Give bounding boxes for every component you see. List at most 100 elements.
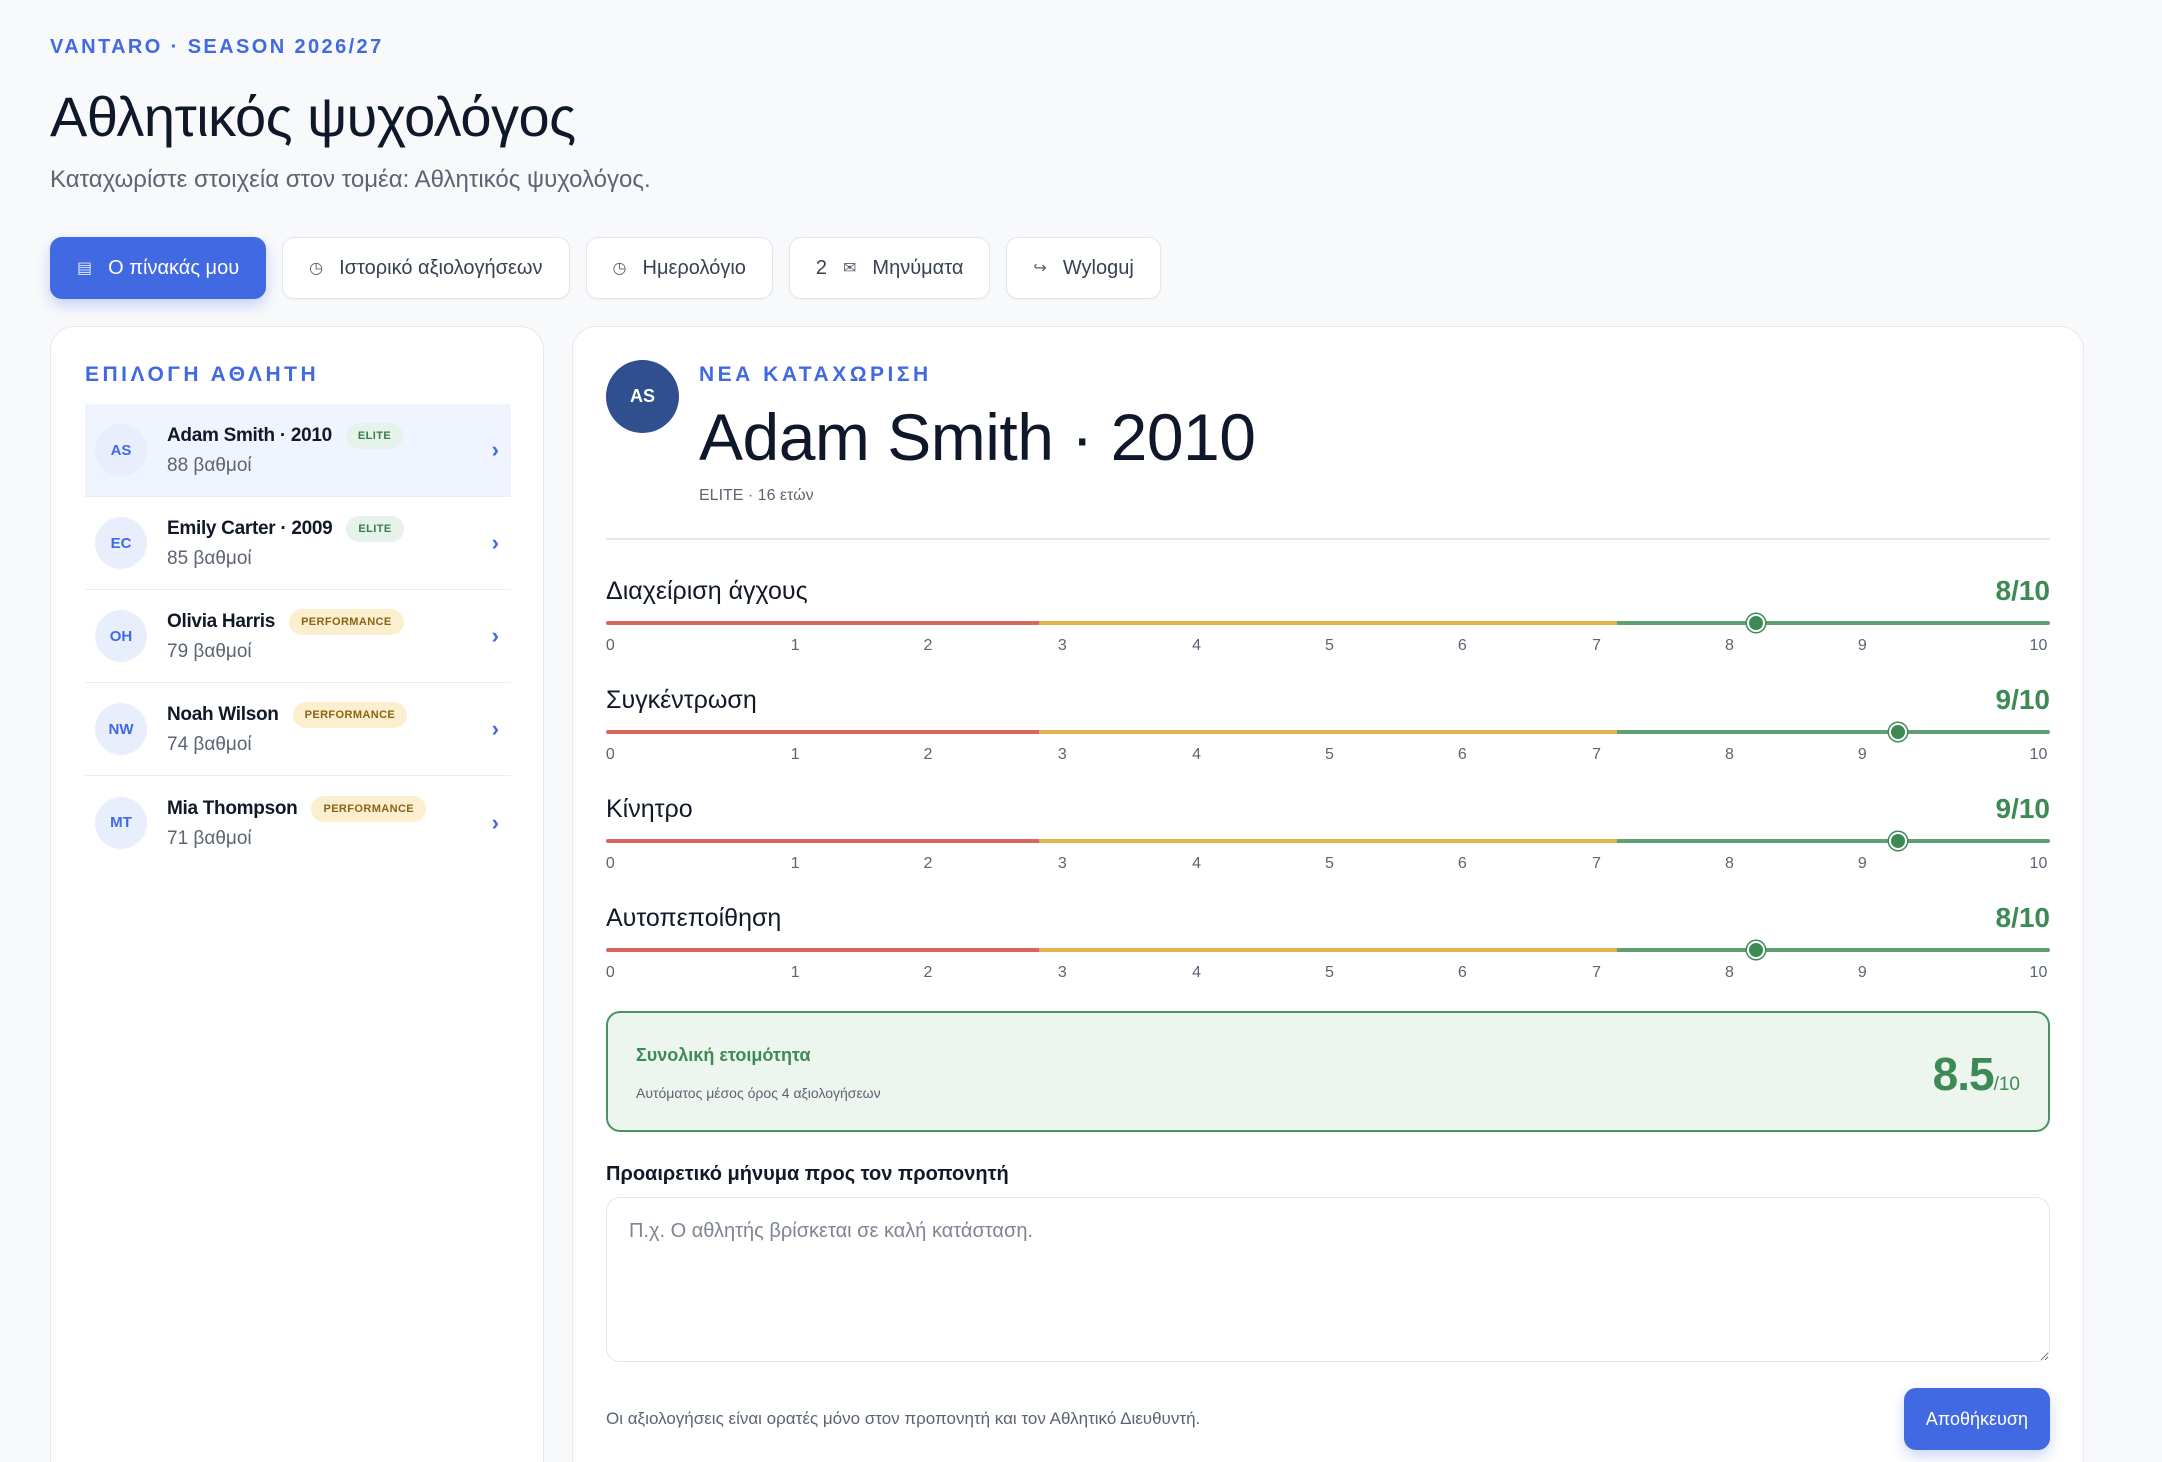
slider-thumb[interactable] (1747, 614, 1765, 632)
readiness-subtitle: Αυτόματος μέσος όρος 4 αξιολογήσεων (636, 1085, 881, 1101)
scale-tick-label: 5 (1324, 855, 1334, 872)
scale-tick-label: 7 (1592, 637, 1602, 654)
athlete-points: 88 βαθμοί (167, 455, 252, 476)
metric-label: Διαχείριση άγχους (606, 577, 808, 605)
rating-slider-track[interactable] (606, 948, 2050, 952)
scale-tick-label: 3 (1057, 637, 1067, 654)
scale-tick-label: 2 (923, 964, 933, 981)
scale-tick-label: 3 (1057, 964, 1067, 981)
nav-dashboard-button[interactable]: ▤ Ο πίνακάς μου (50, 237, 267, 299)
coach-message-label: Προαιρετικό μήνυμα προς τον προπονητή (606, 1163, 1009, 1185)
scale-tick-label: 0 (605, 637, 615, 654)
athlete-points: 71 βαθμοί (167, 827, 252, 849)
scale-tick-label: 8 (1724, 746, 1734, 763)
nav-logout-button[interactable]: ↪ Wyloguj (1006, 237, 1161, 299)
nav-logout-label: Wyloguj (1062, 256, 1134, 279)
chevron-right-icon: › (491, 530, 499, 555)
level-badge: PERFORMANCE (289, 609, 404, 635)
avatar: AS (95, 424, 147, 476)
metric-score: 9/10 (1995, 684, 2051, 715)
scale-tick-label: 2 (923, 637, 933, 654)
scale-tick-label: 6 (1457, 855, 1467, 872)
avatar: AS (606, 360, 679, 433)
avatar: EC (95, 517, 147, 569)
avatar: NW (95, 703, 147, 755)
divider (606, 538, 2050, 540)
scale-tick-label: 10 (2029, 964, 2048, 981)
scale-ticks: 0 1 2 3 4 5 6 7 8 9 10 (606, 637, 2050, 657)
rating-slider-track[interactable] (606, 621, 2050, 625)
athlete-selection-panel: ΕΠΙΛΟΓΗ ΑΘΛΗΤΗ AS Adam Smith · 2010 ELIT… (50, 326, 544, 1462)
scale-tick-label: 4 (1192, 964, 1202, 981)
slider-thumb[interactable] (1888, 832, 1907, 850)
chevron-right-icon: › (491, 716, 499, 741)
coach-message-textarea[interactable] (606, 1197, 2050, 1362)
readiness-denominator: /10 (1993, 1074, 2020, 1095)
scale-tick-label: 10 (2029, 855, 2048, 872)
scale-tick-label: 1 (790, 746, 800, 763)
scale-ticks: 0 1 2 3 4 5 6 7 8 9 10 (606, 964, 2050, 984)
readiness-value: 8.5/10 (1933, 1047, 2020, 1101)
save-button[interactable]: Αποθήκευση (1903, 1388, 2050, 1450)
metric-motivation: Κίνητρο 9/10 0 1 2 3 4 5 6 7 8 9 10 (606, 793, 2050, 895)
athlete-name: Adam Smith · 2010 (167, 425, 332, 446)
metric-label: Συγκέντρωση (606, 686, 757, 714)
scale-tick-label: 9 (1857, 637, 1867, 654)
page-subtitle: Καταχωρίστε στοιχεία στον τομέα: Αθλητικ… (50, 166, 651, 193)
level-badge: ELITE (345, 423, 404, 449)
readiness-number: 8.5 (1932, 1048, 1995, 1100)
nav-calendar-label: Ημερολόγιο (642, 256, 746, 279)
athlete-name: Noah Wilson (167, 704, 279, 725)
scale-tick-label: 8 (1724, 855, 1734, 872)
scale-tick-label: 7 (1592, 964, 1602, 981)
metric-label: Αυτοπεποίθηση (606, 904, 782, 932)
athlete-name: Emily Carter · 2009 (167, 518, 333, 539)
scale-ticks: 0 1 2 3 4 5 6 7 8 9 10 (606, 855, 2050, 875)
athlete-list-item[interactable]: NW Noah Wilson PERFORMANCE 74 βαθμοί › (85, 683, 511, 776)
athlete-list-item[interactable]: EC Emily Carter · 2009 ELITE 85 βαθμοί › (85, 497, 511, 590)
athlete-list-item[interactable]: MT Mia Thompson PERFORMANCE 71 βαθμοί › (85, 776, 511, 869)
scale-tick-label: 9 (1857, 964, 1867, 981)
top-nav: ▤ Ο πίνακάς μου ◷ Ιστορικό αξιολογήσεων … (50, 237, 1161, 299)
athlete-list: AS Adam Smith · 2010 ELITE 88 βαθμοί › E… (85, 404, 511, 869)
scale-tick-label: 6 (1457, 746, 1467, 763)
athlete-points: 79 βαθμοί (167, 641, 252, 662)
slider-thumb[interactable] (1888, 723, 1907, 741)
metric-score: 8/10 (1995, 575, 2051, 606)
athlete-list-item[interactable]: AS Adam Smith · 2010 ELITE 88 βαθμοί › (85, 404, 511, 497)
nav-history-label: Ιστορικό αξιολογήσεων (339, 256, 543, 279)
scale-ticks: 0 1 2 3 4 5 6 7 8 9 10 (606, 746, 2050, 766)
scale-tick-label: 7 (1592, 746, 1602, 763)
athlete-list-item[interactable]: OH Olivia Harris PERFORMANCE 79 βαθμοί › (85, 590, 511, 683)
scale-tick-label: 0 (605, 746, 615, 763)
athlete-name: Olivia Harris (167, 611, 276, 632)
metric-self-confidence: Αυτοπεποίθηση 8/10 0 1 2 3 4 5 6 7 8 9 10 (606, 902, 2051, 1004)
slider-thumb[interactable] (1747, 941, 1765, 959)
scale-tick-label: 10 (2029, 637, 2048, 654)
nav-messages-button[interactable]: 2 ✉ Μηνύματα (788, 237, 991, 299)
scale-tick-label: 1 (790, 855, 800, 872)
scale-tick-label: 3 (1057, 746, 1067, 763)
scale-tick-label: 4 (1192, 855, 1202, 872)
nav-history-button[interactable]: ◷ Ιστορικό αξιολογήσεων (282, 237, 570, 299)
metric-stress-management: Διαχείριση άγχους 8/10 0 1 2 3 4 5 6 7 8 9 10 (606, 575, 2051, 677)
scale-tick-label: 6 (1457, 964, 1467, 981)
scale-tick-label: 8 (1724, 637, 1734, 654)
overall-readiness-card: Συνολική ετοιμότητα Αυτόματος μέσος όρος… (606, 1011, 2050, 1132)
scale-tick-label: 9 (1857, 855, 1867, 872)
scale-tick-label: 9 (1857, 746, 1867, 763)
metric-score: 8/10 (1995, 902, 2051, 933)
rating-slider-track[interactable] (606, 839, 2050, 843)
scale-tick-label: 4 (1192, 746, 1202, 763)
scale-tick-label: 10 (2029, 746, 2048, 763)
level-badge: PERFORMANCE (311, 795, 427, 822)
avatar: OH (95, 610, 147, 662)
new-entry-panel: AS ΝΕΑ ΚΑΤΑΧΩΡΙΣΗ Adam Smith · 2010 ELIT… (572, 326, 2084, 1462)
readiness-title: Συνολική ετοιμότητα (636, 1045, 811, 1065)
scale-tick-label: 0 (605, 855, 615, 872)
messages-count-badge: 2 (815, 256, 828, 279)
scale-tick-label: 3 (1057, 855, 1067, 872)
rating-slider-track[interactable] (606, 730, 2050, 734)
nav-calendar-button[interactable]: ◷ Ημερολόγιο (585, 237, 773, 299)
dashboard-icon: ▤ (77, 260, 93, 277)
